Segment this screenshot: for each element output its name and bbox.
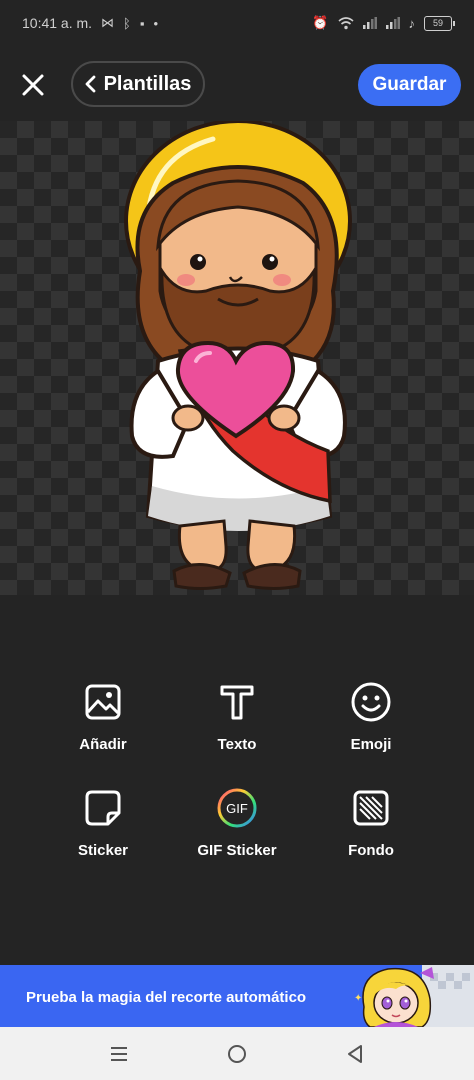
status-time: 10:41 a. m. xyxy=(22,15,93,31)
recent-apps-button[interactable] xyxy=(99,1034,139,1074)
gif-icon: GIF xyxy=(217,788,257,828)
status-right: ⏰ ♪ 59 xyxy=(312,15,455,31)
text-tool[interactable]: Texto xyxy=(170,680,304,753)
background-label: Fondo xyxy=(348,842,394,859)
save-button[interactable]: Guardar xyxy=(358,64,461,106)
smiley-icon xyxy=(351,682,391,722)
promo-text: Prueba la magia del recorte automático xyxy=(26,989,307,1006)
back-button[interactable] xyxy=(335,1034,375,1074)
home-icon xyxy=(228,1044,246,1063)
image-icon xyxy=(85,684,121,720)
battery-icon: 59 xyxy=(424,15,455,31)
add-image-label: Añadir xyxy=(79,736,127,753)
message-icon: ▪ xyxy=(139,15,145,31)
emoji-tool[interactable]: Emoji xyxy=(304,680,438,753)
background-tool[interactable]: Fondo xyxy=(304,786,438,859)
text-label: Texto xyxy=(217,736,257,753)
editor-tools: Añadir Texto Emoji Sticker GIF GIF Stick… xyxy=(0,680,474,859)
sticker-label: Sticker xyxy=(77,842,129,859)
templates-label: Plantillas xyxy=(103,72,192,95)
gif-sticker-label: GIF Sticker xyxy=(197,842,277,859)
auto-cutout-promo-banner[interactable]: Prueba la magia del recorte automático ✦ xyxy=(0,965,474,1027)
emoji-label: Emoji xyxy=(350,736,392,753)
close-button[interactable] xyxy=(14,66,52,104)
wifi-icon xyxy=(337,16,354,29)
sticker-icon xyxy=(85,790,121,826)
sticker-image[interactable] xyxy=(118,121,356,595)
signal-icon xyxy=(385,17,400,29)
status-bar: 10:41 a. m. ⋈ ᛒ ▪ • ⏰ ♪ 59 xyxy=(0,0,474,46)
chevron-left-icon xyxy=(85,75,95,93)
templates-button[interactable]: Plantillas xyxy=(71,61,205,107)
top-toolbar: Plantillas Guardar xyxy=(0,60,474,110)
bowtie-icon: ⋈ xyxy=(101,15,115,30)
dot-icon: • xyxy=(153,15,159,31)
add-image-tool[interactable]: Añadir xyxy=(36,680,170,753)
mute-icon: ♪ xyxy=(408,15,416,31)
home-button[interactable] xyxy=(217,1034,257,1074)
alarm-icon: ⏰ xyxy=(312,15,329,30)
text-icon xyxy=(220,685,254,720)
sticker-tool[interactable]: Sticker xyxy=(36,786,170,859)
svg-text:✦: ✦ xyxy=(354,993,362,1004)
bluetooth-icon: ᛒ xyxy=(123,15,131,31)
gif-sticker-tool[interactable]: GIF GIF Sticker xyxy=(170,786,304,859)
menu-icon xyxy=(111,1046,127,1061)
status-left: 10:41 a. m. ⋈ ᛒ ▪ • xyxy=(22,15,158,31)
battery-level: 59 xyxy=(432,17,443,28)
background-pattern-icon xyxy=(353,790,389,826)
back-icon xyxy=(348,1044,362,1063)
svg-text:GIF: GIF xyxy=(226,801,248,816)
close-icon xyxy=(22,74,44,96)
promo-illustration: ✦ xyxy=(344,965,474,1027)
system-nav-bar xyxy=(0,1027,474,1080)
sticker-canvas xyxy=(0,121,474,595)
signal-icon xyxy=(362,17,377,29)
